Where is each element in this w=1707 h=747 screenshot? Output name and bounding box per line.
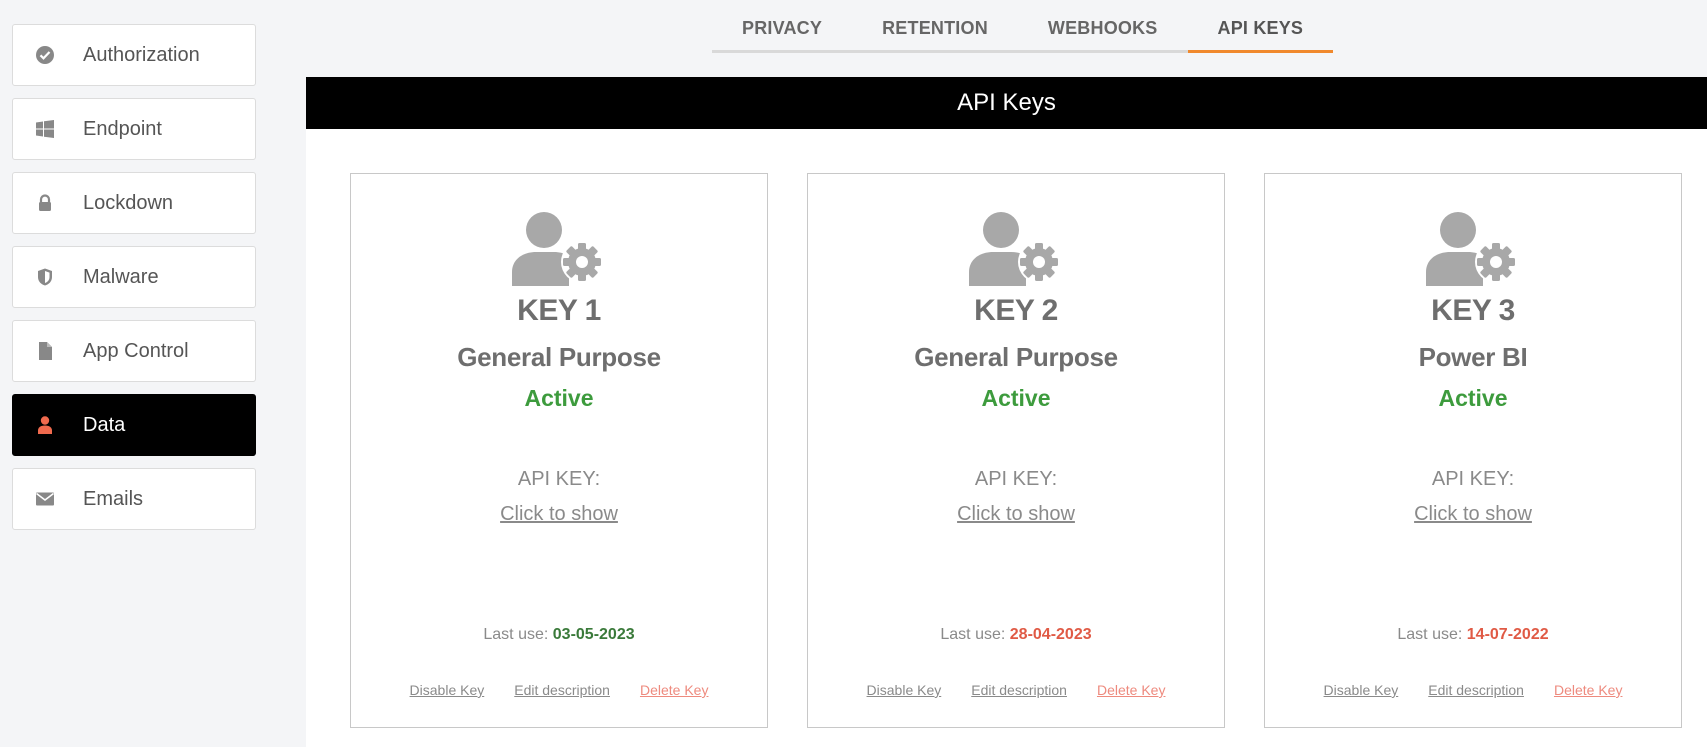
envelope-icon	[35, 489, 55, 509]
tab-retention[interactable]: RETENTION	[852, 10, 1018, 53]
sidebar-item-label: Lockdown	[83, 191, 174, 214]
check-circle-icon	[35, 45, 55, 65]
lock-icon	[35, 193, 55, 213]
sidebar: Authorization Endpoint Lockdown Malware …	[12, 24, 256, 530]
panel-title: API Keys	[306, 77, 1707, 129]
delete-key-link[interactable]: Delete Key	[640, 682, 708, 698]
sidebar-item-label: Emails	[83, 487, 144, 510]
shield-icon	[35, 267, 55, 287]
last-use-date: 28-04-2023	[1009, 626, 1092, 643]
sidebar-item-label: Endpoint	[83, 117, 162, 140]
sidebar-item-app-control[interactable]: App Control	[12, 320, 256, 382]
last-use-label: Last use:	[483, 626, 549, 643]
windows-icon	[35, 119, 55, 139]
file-icon	[35, 341, 55, 361]
key-description: General Purpose	[914, 342, 1118, 372]
api-key-cards: KEY 1 General Purpose Active API KEY: Cl…	[350, 173, 1682, 728]
user-settings-icon	[512, 212, 603, 286]
show-key-link[interactable]: Click to show	[500, 503, 618, 526]
key-actions: Disable Key Edit description Delete Key	[351, 682, 767, 698]
delete-key-link[interactable]: Delete Key	[1097, 682, 1165, 698]
key-description: General Purpose	[457, 342, 661, 372]
key-title: KEY 2	[974, 294, 1058, 327]
sidebar-item-emails[interactable]: Emails	[12, 468, 256, 530]
last-use: Last use: 03-05-2023	[351, 626, 767, 644]
user-settings-icon	[1426, 212, 1517, 286]
api-key-card: KEY 1 General Purpose Active API KEY: Cl…	[350, 173, 768, 728]
sidebar-item-label: Malware	[83, 265, 159, 288]
last-use: Last use: 28-04-2023	[808, 626, 1224, 644]
api-key-label: API KEY:	[1431, 468, 1515, 490]
key-actions: Disable Key Edit description Delete Key	[1265, 682, 1681, 698]
api-key-label: API KEY:	[517, 468, 601, 490]
sidebar-item-malware[interactable]: Malware	[12, 246, 256, 308]
key-title: KEY 1	[517, 294, 601, 327]
status-badge: Active	[981, 385, 1051, 411]
key-title: KEY 3	[1431, 294, 1515, 327]
sidebar-item-label: App Control	[83, 339, 189, 362]
disable-key-link[interactable]: Disable Key	[867, 682, 942, 698]
disable-key-link[interactable]: Disable Key	[1324, 682, 1399, 698]
show-key-link[interactable]: Click to show	[957, 503, 1075, 526]
api-key-label: API KEY:	[974, 468, 1058, 490]
sidebar-item-data[interactable]: Data	[12, 394, 256, 456]
user-settings-icon	[969, 212, 1060, 286]
key-actions: Disable Key Edit description Delete Key	[808, 682, 1224, 698]
edit-description-link[interactable]: Edit description	[514, 682, 610, 698]
edit-description-link[interactable]: Edit description	[1428, 682, 1524, 698]
status-badge: Active	[524, 385, 594, 411]
user-icon	[35, 415, 55, 435]
tab-api-keys[interactable]: API KEYS	[1187, 10, 1334, 53]
edit-description-link[interactable]: Edit description	[971, 682, 1067, 698]
last-use-date: 03-05-2023	[552, 626, 635, 643]
tab-privacy[interactable]: PRIVACY	[712, 10, 852, 53]
api-key-card: KEY 2 General Purpose Active API KEY: Cl…	[807, 173, 1225, 728]
sidebar-item-label: Data	[83, 413, 126, 436]
sidebar-item-label: Authorization	[83, 43, 200, 66]
last-use-label: Last use:	[940, 626, 1006, 643]
show-key-link[interactable]: Click to show	[1414, 503, 1532, 526]
delete-key-link[interactable]: Delete Key	[1554, 682, 1622, 698]
disable-key-link[interactable]: Disable Key	[410, 682, 485, 698]
sidebar-item-endpoint[interactable]: Endpoint	[12, 98, 256, 160]
sidebar-item-lockdown[interactable]: Lockdown	[12, 172, 256, 234]
last-use-label: Last use:	[1397, 626, 1463, 643]
api-keys-panel: API Keys KEY 1 General Purpose Active AP…	[306, 77, 1707, 747]
status-badge: Active	[1438, 385, 1508, 411]
last-use-date: 14-07-2022	[1466, 626, 1549, 643]
last-use: Last use: 14-07-2022	[1265, 626, 1681, 644]
settings-tabs: PRIVACY RETENTION WEBHOOKS API KEYS	[712, 10, 1334, 53]
api-key-card: KEY 3 Power BI Active API KEY: Click to …	[1264, 173, 1682, 728]
sidebar-item-authorization[interactable]: Authorization	[12, 24, 256, 86]
key-description: Power BI	[1418, 342, 1528, 372]
tab-webhooks[interactable]: WEBHOOKS	[1018, 10, 1188, 53]
